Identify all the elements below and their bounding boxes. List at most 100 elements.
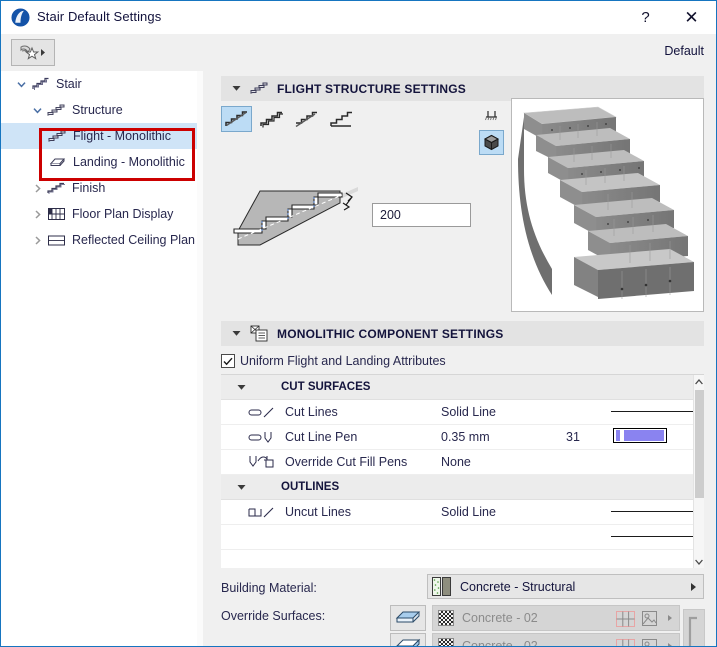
sidebar-item-label: Finish bbox=[72, 181, 106, 195]
stair-default-settings-dialog: Stair Default Settings ? ✕ Default Stair… bbox=[0, 0, 717, 647]
chevron-down-icon[interactable] bbox=[235, 381, 247, 393]
sidebar-divider bbox=[203, 71, 206, 646]
chevron-down-icon[interactable] bbox=[235, 481, 247, 493]
sidebar-item-label: Structure bbox=[72, 103, 123, 117]
setting-name: Cut Lines bbox=[285, 405, 338, 419]
surface-grid-icon[interactable] bbox=[616, 611, 635, 627]
setting-value[interactable]: Solid Line bbox=[441, 405, 496, 419]
uniform-attributes-label: Uniform Flight and Landing Attributes bbox=[240, 354, 446, 368]
monolithic-stair-section-diagram bbox=[233, 187, 358, 246]
setting-value[interactable]: 0.35 mm bbox=[441, 430, 490, 444]
chevron-right-icon[interactable] bbox=[668, 615, 672, 621]
flight-monolithic-icon bbox=[47, 127, 67, 145]
default-label: Default bbox=[664, 44, 704, 58]
sidebar-item-label: Landing - Monolithic bbox=[73, 155, 185, 169]
close-button[interactable]: ✕ bbox=[669, 1, 714, 34]
line-type-sample bbox=[611, 511, 704, 512]
settings-panel: FLIGHT STRUCTURE SETTINGS 200 MONOLITHIC… bbox=[208, 71, 716, 647]
sidebar-item-reflected-ceiling-plan[interactable]: Reflected Ceiling Plan Di bbox=[1, 227, 203, 253]
scrollbar-thumb[interactable] bbox=[695, 390, 704, 498]
monolithic-component-icon bbox=[248, 325, 270, 343]
surface-texture-swatch bbox=[438, 610, 454, 626]
setting-row-uncut-lines[interactable]: Uncut Lines Solid Line bbox=[221, 500, 704, 525]
override-surface-field[interactable]: Concrete - 02 bbox=[432, 633, 680, 647]
structure-type-cantilevered-button[interactable] bbox=[256, 106, 287, 132]
override-cut-fill-pens-icon bbox=[247, 454, 277, 470]
setting-row-partial[interactable] bbox=[221, 525, 704, 550]
sidebar-item-stair[interactable]: Stair bbox=[1, 71, 203, 97]
scroll-down-icon[interactable] bbox=[694, 555, 704, 568]
structure-type-solid-button[interactable] bbox=[326, 106, 357, 132]
sidebar-item-label: Flight - Monolithic bbox=[73, 129, 171, 143]
sidebar-item-structure[interactable]: Structure bbox=[1, 97, 203, 123]
line-type-sample bbox=[611, 411, 704, 412]
pen-color-swatch[interactable] bbox=[613, 428, 667, 443]
favorites-star-icon bbox=[20, 45, 45, 60]
link-surfaces-button[interactable] bbox=[683, 609, 705, 646]
dialog-toolbar: Default bbox=[1, 34, 716, 71]
archicad-logo-icon bbox=[11, 8, 30, 27]
setting-value[interactable]: None bbox=[441, 455, 471, 469]
surface-top-icon[interactable] bbox=[390, 605, 426, 631]
setting-row-override-cut-fill-pens[interactable]: Override Cut Fill Pens None bbox=[221, 450, 704, 475]
sidebar-item-floor-plan-display[interactable]: Floor Plan Display bbox=[1, 201, 203, 227]
checkbox-box[interactable] bbox=[221, 354, 235, 368]
favorites-button[interactable] bbox=[11, 39, 55, 66]
surface-image-icon[interactable] bbox=[642, 611, 657, 626]
flight-thickness-input[interactable] bbox=[372, 203, 471, 227]
sidebar-item-finish[interactable]: Finish bbox=[1, 175, 203, 201]
sidebar-item-flight-monolithic[interactable]: Flight - Monolithic bbox=[1, 123, 203, 149]
cube-3d-icon bbox=[483, 134, 500, 151]
structure-type-monolithic-button[interactable] bbox=[221, 106, 252, 132]
structure-type-stringer-button[interactable] bbox=[291, 106, 322, 132]
chevron-right-icon[interactable] bbox=[31, 208, 44, 221]
stair-3d-preview[interactable] bbox=[511, 98, 704, 312]
cantilevered-type-icon bbox=[260, 111, 283, 127]
section-title: FLIGHT STRUCTURE SETTINGS bbox=[277, 81, 466, 96]
cut-lines-icon bbox=[247, 404, 277, 420]
surface-side-icon[interactable] bbox=[390, 633, 426, 646]
window-title: Stair Default Settings bbox=[37, 9, 162, 24]
stringer-type-icon bbox=[295, 111, 317, 127]
chevron-down-icon[interactable] bbox=[31, 104, 44, 117]
override-surfaces-label: Override Surfaces: bbox=[221, 609, 326, 623]
setting-name: Cut Line Pen bbox=[285, 430, 358, 444]
group-row-outlines[interactable]: OUTLINES bbox=[221, 475, 704, 500]
surface-grid-icon[interactable] bbox=[616, 639, 635, 647]
setting-value[interactable]: Solid Line bbox=[441, 505, 496, 519]
override-surface-field[interactable]: Concrete - 02 bbox=[432, 605, 680, 631]
chevron-down-icon[interactable] bbox=[229, 327, 243, 341]
flight-structure-icon bbox=[248, 80, 270, 98]
help-button[interactable]: ? bbox=[623, 1, 668, 34]
monolithic-component-section-header[interactable]: MONOLITHIC COMPONENT SETTINGS bbox=[221, 321, 704, 346]
ceiling-view-button[interactable] bbox=[479, 104, 504, 129]
chevron-right-icon[interactable] bbox=[31, 234, 44, 247]
uncut-lines-icon bbox=[247, 504, 277, 520]
setting-row-cut-lines[interactable]: Cut Lines Solid Line bbox=[221, 400, 704, 425]
scroll-up-icon[interactable] bbox=[694, 375, 704, 389]
pen-number: 31 bbox=[566, 430, 580, 444]
uniform-attributes-checkbox[interactable]: Uniform Flight and Landing Attributes bbox=[221, 354, 446, 368]
surface-image-icon[interactable] bbox=[642, 639, 657, 647]
section-title: MONOLITHIC COMPONENT SETTINGS bbox=[277, 326, 504, 341]
stair-preview-render bbox=[518, 106, 694, 299]
chevron-down-icon[interactable] bbox=[15, 78, 28, 91]
chevron-right-icon[interactable] bbox=[691, 583, 696, 591]
chevron-down-icon[interactable] bbox=[229, 82, 243, 96]
chevron-right-icon[interactable] bbox=[31, 182, 44, 195]
surface-texture-swatch bbox=[438, 638, 454, 646]
building-material-dropdown[interactable]: Concrete - Structural bbox=[427, 574, 704, 599]
override-surface-value: Concrete - 02 bbox=[462, 639, 538, 647]
setting-row-cut-line-pen[interactable]: Cut Line Pen 0.35 mm 31 bbox=[221, 425, 704, 450]
sidebar-item-label: Floor Plan Display bbox=[72, 207, 174, 221]
group-label: CUT SURFACES bbox=[281, 381, 371, 393]
3d-view-button[interactable] bbox=[479, 130, 504, 155]
sidebar-item-landing-monolithic[interactable]: Landing - Monolithic bbox=[1, 149, 203, 175]
setting-name: Uncut Lines bbox=[285, 505, 352, 519]
sidebar-item-label: Stair bbox=[56, 77, 82, 91]
cut-line-pen-icon bbox=[247, 429, 277, 445]
group-row-cut-surfaces[interactable]: CUT SURFACES bbox=[221, 375, 704, 400]
settings-list-scrollbar[interactable] bbox=[693, 375, 704, 568]
building-material-swatch-icon bbox=[432, 577, 451, 596]
chevron-right-icon[interactable] bbox=[668, 643, 672, 646]
